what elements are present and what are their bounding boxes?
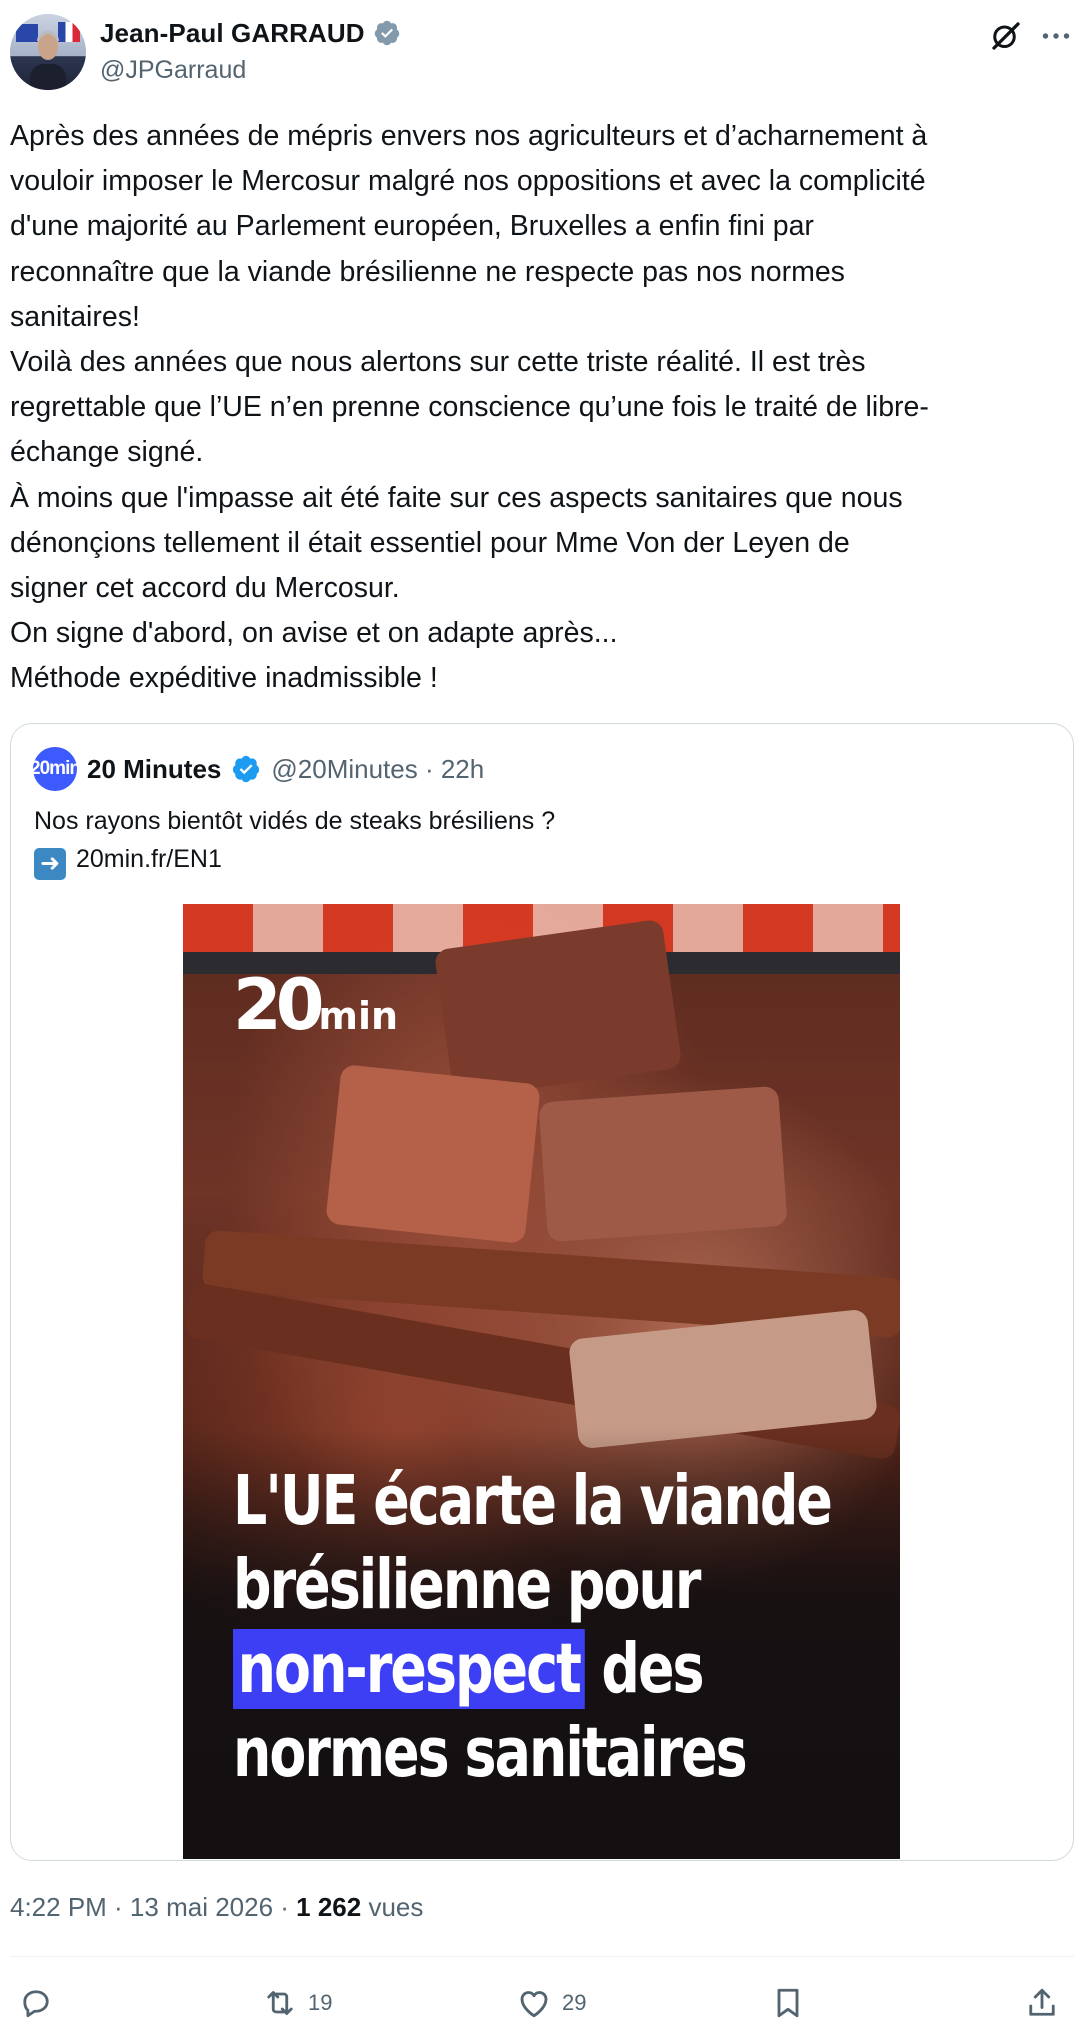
- image-headline: L'UE écarte la viande brésilienne pour n…: [233, 1459, 833, 1795]
- right-arrow-icon: ➜: [34, 848, 66, 880]
- bookmark-icon: [777, 1988, 799, 2018]
- tweet-header: Jean-Paul GARRAUD @JPGarraud: [0, 0, 1085, 95]
- tweet-text-line: reconnaître que la viande brésilienne ne…: [10, 255, 845, 288]
- like-count: 29: [562, 1990, 587, 2015]
- quoted-link[interactable]: 20min.fr/EN1: [76, 845, 222, 873]
- quoted-author-handle-time[interactable]: @20Minutes · 22h: [271, 754, 484, 785]
- author-handle[interactable]: @JPGarraud: [100, 56, 246, 85]
- quoted-link-line: ➜ 20min.fr/EN1: [34, 840, 555, 880]
- avatar-suit: [30, 64, 66, 90]
- eu-flag-icon: [16, 24, 38, 42]
- tweet-text-line: Méthode expéditive inadmissible !: [10, 662, 438, 695]
- quoted-text-line: Nos rayons bientôt vidés de steaks brési…: [34, 807, 556, 835]
- quoted-tweet-image[interactable]: 20min L'UE écarte la viande brésilienne …: [183, 904, 900, 1859]
- quoted-tweet-card[interactable]: 20min 20 Minutes @20Minutes · 22h Nos ra…: [10, 723, 1074, 1861]
- author-avatar[interactable]: [10, 14, 86, 90]
- tweet-text-line: regrettable que l’UE n’en prenne conscie…: [10, 391, 929, 424]
- france-flag-icon: [58, 22, 80, 42]
- meat-piece: [433, 918, 683, 1100]
- tweet-text-line: On signe d'abord, on avise et on adapte …: [10, 617, 618, 650]
- avatar-face: [38, 34, 58, 60]
- quoted-tweet-header: 20min 20 Minutes @20Minutes · 22h: [30, 747, 484, 791]
- like-button[interactable]: 29: [516, 1978, 586, 2028]
- grok-icon[interactable]: [988, 18, 1024, 54]
- headline-line: L'UE écarte la viande: [233, 1461, 833, 1541]
- bookmark-button[interactable]: [770, 1978, 806, 2028]
- views-label: vues: [361, 1892, 424, 1922]
- logo-suffix: min: [318, 994, 399, 1038]
- headline-rest: des: [601, 1629, 704, 1709]
- tweet-text-line: signer cet accord du Mercosur.: [10, 572, 400, 605]
- tweet-meta: 4:22 PM · 13 mai 2026 · 1 262 vues: [10, 1892, 423, 1923]
- tweet-text-line: sanitaires!: [10, 300, 140, 333]
- tweet-text: Après des années de mépris envers nos ag…: [10, 114, 1080, 702]
- tweet-text-line: Après des années de mépris envers nos ag…: [10, 120, 928, 152]
- action-bar: 19 29: [0, 1978, 1085, 2028]
- views-count: 1 262: [296, 1892, 362, 1922]
- meat-piece: [538, 1085, 788, 1243]
- reply-button[interactable]: [18, 1978, 64, 2028]
- headline-highlight: non-respect: [233, 1629, 585, 1709]
- verified-badge-icon[interactable]: [373, 19, 401, 47]
- 20min-logo: 20min: [233, 964, 398, 1046]
- author-name-row: Jean-Paul GARRAUD: [100, 16, 401, 50]
- tweet-text-line: À moins que l'impasse ait été faite sur …: [10, 481, 903, 514]
- retweet-icon: [267, 1991, 293, 2015]
- timestamp[interactable]: 4:22 PM · 13 mai 2026 ·: [10, 1892, 296, 1922]
- quoted-author-avatar[interactable]: 20min: [30, 747, 81, 791]
- more-options-icon[interactable]: [1038, 18, 1074, 54]
- headline-line: non-respect des: [233, 1627, 732, 1711]
- divider: [10, 1956, 1074, 1957]
- headline-line: normes sanitaires: [233, 1713, 748, 1793]
- tweet-text-line: dénonçions tellement il était essentiel …: [10, 526, 850, 559]
- retweet-button[interactable]: 19: [262, 1978, 332, 2028]
- retweet-count: 19: [308, 1990, 333, 2015]
- quoted-author-name[interactable]: 20 Minutes: [87, 754, 221, 785]
- heart-icon: [520, 1991, 548, 2018]
- share-icon: [1029, 1988, 1055, 2016]
- tweet-text-line: échange signé.: [10, 436, 204, 469]
- tweet-text-line: vouloir imposer le Mercosur malgré nos o…: [10, 165, 926, 198]
- quoted-tweet-text: Nos rayons bientôt vidés de steaks brési…: [34, 802, 555, 880]
- tweet-text-line: d'une majorité au Parlement européen, Br…: [10, 210, 814, 243]
- logo-number: 20: [233, 964, 324, 1046]
- quoted-verified-badge-icon: [233, 755, 260, 783]
- share-button[interactable]: [1024, 1978, 1060, 2028]
- reply-icon: [23, 1990, 49, 2018]
- author-display-name[interactable]: Jean-Paul GARRAUD: [100, 18, 365, 49]
- meat-piece: [325, 1063, 541, 1245]
- headline-line: brésilienne pour: [233, 1545, 701, 1625]
- tweet-text-line: Voilà des années que nous alertons sur c…: [10, 346, 866, 379]
